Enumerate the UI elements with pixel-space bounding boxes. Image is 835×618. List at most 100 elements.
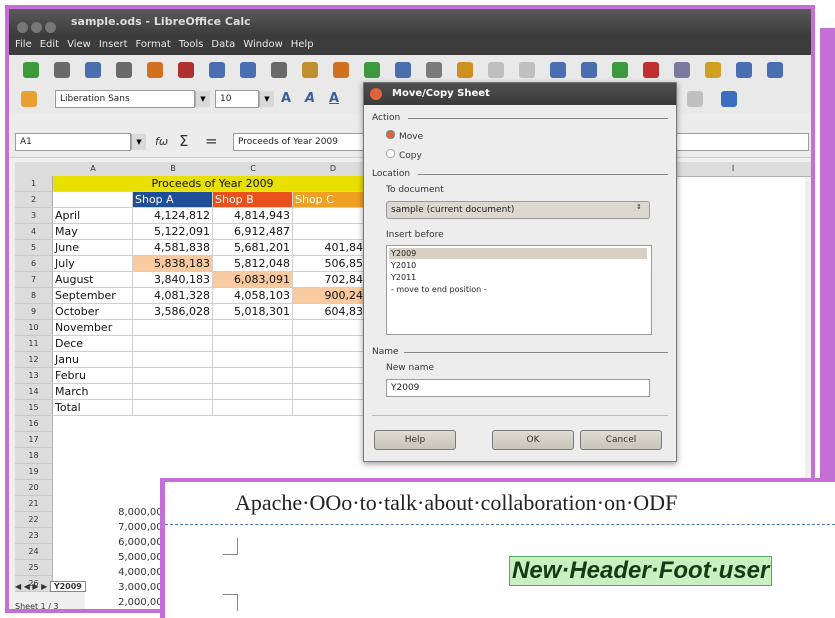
sheet-title-cell[interactable]: Proceeds of Year 2009 xyxy=(53,176,373,192)
autospell-icon[interactable] xyxy=(302,62,318,78)
value-cell[interactable] xyxy=(133,320,213,336)
value-cell[interactable] xyxy=(293,208,373,224)
value-cell[interactable]: 5,838,183 xyxy=(133,256,213,272)
month-cell[interactable]: October xyxy=(53,304,133,320)
value-cell[interactable]: 4,058,103 xyxy=(213,288,293,304)
row-header[interactable]: 25 xyxy=(15,560,53,576)
value-cell[interactable]: 4,581,838 xyxy=(133,240,213,256)
value-cell[interactable] xyxy=(293,336,373,352)
insert-before-item[interactable]: - move to end position - xyxy=(389,284,647,295)
month-cell[interactable]: Total xyxy=(53,400,133,416)
month-cell[interactable]: May xyxy=(53,224,133,240)
chart-icon[interactable] xyxy=(612,62,628,78)
value-cell[interactable]: 604,831 xyxy=(293,304,373,320)
export-pdf-icon[interactable] xyxy=(178,62,194,78)
preview-icon[interactable] xyxy=(240,62,256,78)
help-icon[interactable] xyxy=(767,62,783,78)
value-cell[interactable]: 4,081,328 xyxy=(133,288,213,304)
column-header[interactable]: D xyxy=(293,162,374,177)
value-cell[interactable] xyxy=(213,400,293,416)
insert-before-list[interactable]: Y2009 Y2010 Y2011- move to end position - xyxy=(386,245,652,335)
minimize-window-icon[interactable] xyxy=(31,22,42,33)
column-header[interactable]: C xyxy=(213,162,294,177)
menu-window[interactable]: Window xyxy=(243,39,282,50)
row-header[interactable]: 23 xyxy=(15,528,53,544)
borders-icon[interactable] xyxy=(687,91,703,107)
value-cell[interactable]: 4,124,812 xyxy=(133,208,213,224)
chevron-down-icon[interactable]: ▼ xyxy=(131,134,146,150)
row-header[interactable]: 6 xyxy=(15,256,53,272)
value-cell[interactable] xyxy=(133,336,213,352)
insert-before-item[interactable]: Y2011 xyxy=(389,272,647,283)
background-color-icon[interactable] xyxy=(721,91,737,107)
row-header[interactable]: 13 xyxy=(15,368,53,384)
cut-icon[interactable] xyxy=(333,62,349,78)
last-sheet-icon[interactable]: ▶ xyxy=(41,582,47,591)
value-cell[interactable]: 4,814,943 xyxy=(213,208,293,224)
column-title-cell[interactable]: Shop B xyxy=(213,192,293,208)
column-header[interactable]: A xyxy=(53,162,134,177)
row-header[interactable]: 14 xyxy=(15,384,53,400)
month-cell[interactable]: Febru xyxy=(53,368,133,384)
value-cell[interactable]: 900,248 xyxy=(293,288,373,304)
menu-tools[interactable]: Tools xyxy=(179,39,204,50)
navigator-icon[interactable] xyxy=(674,62,690,78)
menu-format[interactable]: Format xyxy=(136,39,171,50)
value-cell[interactable] xyxy=(133,384,213,400)
column-header[interactable]: I xyxy=(693,162,774,177)
value-cell[interactable] xyxy=(133,400,213,416)
row-header[interactable]: 24 xyxy=(15,544,53,560)
copy-icon[interactable] xyxy=(364,62,380,78)
maximize-window-icon[interactable] xyxy=(45,22,56,33)
row-header[interactable]: 10 xyxy=(15,320,53,336)
row-header[interactable]: 15 xyxy=(15,400,53,416)
row-header[interactable]: 2 xyxy=(15,192,53,208)
column-title-cell[interactable]: Shop C xyxy=(293,192,373,208)
row-header[interactable]: 11 xyxy=(15,336,53,352)
select-all-corner[interactable] xyxy=(15,162,54,177)
month-cell[interactable]: Dece xyxy=(53,336,133,352)
print-icon[interactable] xyxy=(209,62,225,78)
row-header[interactable]: 8 xyxy=(15,288,53,304)
value-cell[interactable] xyxy=(133,352,213,368)
radio-selected-icon[interactable] xyxy=(386,130,395,139)
open-icon[interactable] xyxy=(54,62,70,78)
font-name-box[interactable]: Liberation Sans xyxy=(55,90,195,108)
value-cell[interactable] xyxy=(213,352,293,368)
sort-desc-icon[interactable] xyxy=(581,62,597,78)
row-header[interactable]: 4 xyxy=(15,224,53,240)
month-cell[interactable]: June xyxy=(53,240,133,256)
gallery-icon[interactable] xyxy=(643,62,659,78)
value-cell[interactable] xyxy=(213,320,293,336)
value-cell[interactable]: 702,849 xyxy=(293,272,373,288)
value-cell[interactable] xyxy=(293,224,373,240)
spellcheck-icon[interactable] xyxy=(271,62,287,78)
undo-icon[interactable] xyxy=(457,62,473,78)
menu-view[interactable]: View xyxy=(67,39,91,50)
row-header[interactable]: 21 xyxy=(15,496,53,512)
equals-icon[interactable]: = xyxy=(205,132,218,150)
month-cell[interactable]: April xyxy=(53,208,133,224)
to-document-select[interactable]: sample (current document) xyxy=(386,201,650,219)
month-cell[interactable]: August xyxy=(53,272,133,288)
insert-before-item[interactable]: Y2010 xyxy=(389,260,647,271)
sum-icon[interactable]: Σ xyxy=(179,132,188,150)
column-title-cell[interactable]: Shop A xyxy=(133,192,213,208)
document-body-text[interactable]: Apache·OOo·to·talk·about·collaboration·o… xyxy=(235,490,677,516)
radio-unselected-icon[interactable] xyxy=(386,149,395,158)
value-cell[interactable] xyxy=(213,368,293,384)
chevron-down-icon[interactable]: ▼ xyxy=(259,91,274,107)
value-cell[interactable]: 401,843 xyxy=(293,240,373,256)
move-radio[interactable]: Move xyxy=(386,130,423,142)
row-header[interactable]: 18 xyxy=(15,448,53,464)
column-header[interactable] xyxy=(773,162,811,177)
row-header[interactable]: 7 xyxy=(15,272,53,288)
row-header[interactable]: 22 xyxy=(15,512,53,528)
value-cell[interactable] xyxy=(293,352,373,368)
value-cell[interactable]: 6,912,487 xyxy=(213,224,293,240)
row-header[interactable]: 1 xyxy=(15,176,53,192)
new-name-input[interactable]: Y2009 xyxy=(386,379,650,397)
function-wizard-icon[interactable]: fω xyxy=(155,135,168,148)
column-header[interactable]: B xyxy=(133,162,214,177)
menu-edit[interactable]: Edit xyxy=(40,39,59,50)
